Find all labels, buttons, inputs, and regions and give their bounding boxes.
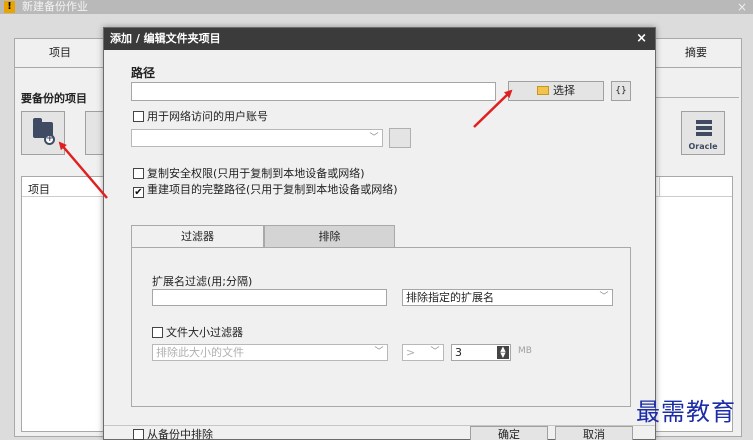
network-account-select[interactable]: ﹀ [131,129,383,147]
size-operator-value: > [406,346,416,359]
background-close-icon[interactable]: × [737,0,747,14]
checkbox-box [152,327,163,338]
path-label: 路径 [131,66,156,80]
column-separator [659,177,660,197]
column-header-item[interactable]: 项目 [28,181,50,197]
checkbox-box [133,111,144,122]
tab-exclude[interactable]: 排除 [264,225,395,247]
tab-summary[interactable]: 摘要 [650,38,742,68]
watermark-text: 最需教育 [636,398,736,426]
network-account-button[interactable] [389,128,411,148]
chevron-down-icon: ﹀ [374,347,384,357]
database-icon [696,120,712,138]
add-file-button[interactable] [85,111,105,155]
size-mode-select[interactable]: 排除此大小的文件 ﹀ [152,344,388,361]
choose-button-label: 选择 [553,84,575,97]
checkbox-box [133,429,144,440]
size-unit-label: MB [518,346,532,356]
section-divider [655,97,739,98]
chevron-down-icon: ﹀ [369,133,379,143]
size-filter-checkbox[interactable]: 文件大小过滤器 [152,327,243,339]
exclude-from-backup-checkbox[interactable]: 从备份中排除 [133,429,213,440]
exclude-from-backup-label: 从备份中排除 [147,428,213,440]
size-operator-select[interactable]: > ﹀ [402,344,444,361]
dialog-title-bar: 添加 / 编辑文件夹项目 × [104,28,655,50]
app-icon: ! [4,1,15,13]
copy-security-label: 复制安全权限(只用于复制到本地设备或网络) [147,167,365,180]
folder-open-icon [537,86,549,95]
dialog-title: 添加 / 编辑文件夹项目 [110,32,221,45]
oracle-label: Oracle [688,142,718,151]
rebuild-path-checkbox[interactable]: ✔ 重建项目的完整路径(只用于复制到本地设备或网络) [133,184,398,198]
chevron-down-icon: ﹀ [430,347,440,357]
tab-items[interactable]: 项目 [14,38,106,68]
path-input[interactable] [131,82,496,101]
close-icon[interactable]: × [636,28,647,50]
rebuild-path-label: 重建项目的完整路径(只用于复制到本地设备或网络) [147,183,398,196]
variables-button[interactable]: {} [611,81,631,101]
size-value: 3 [455,346,462,359]
extension-mode-select[interactable]: 排除指定的扩展名 ﹀ [402,289,613,306]
add-folder-button[interactable]: + [21,111,65,155]
checkmark-icon: ✔ [133,187,144,198]
size-filter-label: 文件大小过滤器 [166,326,243,339]
oracle-button[interactable]: Oracle [681,111,725,155]
copy-security-checkbox[interactable]: 复制安全权限(只用于复制到本地设备或网络) [133,168,365,180]
filter-panel: 扩展名过滤(用;分隔) 排除指定的扩展名 ﹀ 文件大小过滤器 排除此大小的文件 … [131,247,631,407]
size-value-stepper[interactable]: 3 ▲ ▼ [451,344,511,361]
plus-icon: + [44,134,55,145]
extension-mode-value: 排除指定的扩展名 [406,291,494,304]
checkbox-box [133,168,144,179]
extension-filter-label: 扩展名过滤(用;分隔) [152,275,253,288]
network-account-checkbox[interactable]: 用于网络访问的用户账号 [133,111,268,123]
items-to-backup-label: 要备份的项目 [21,92,87,105]
tab-filter[interactable]: 过滤器 [131,225,264,248]
cancel-button[interactable]: 取消 [555,426,633,440]
extension-filter-input[interactable] [152,289,387,306]
network-account-label: 用于网络访问的用户账号 [147,110,268,123]
ok-button[interactable]: 确定 [470,426,548,440]
chevron-down-icon: ﹀ [599,292,609,302]
background-title-bar: ! 新建备份作业 × [0,0,753,14]
spinner-icon[interactable]: ▲ ▼ [497,346,509,359]
size-mode-value: 排除此大小的文件 [156,346,244,359]
background-window-title: 新建备份作业 [22,0,88,13]
choose-button[interactable]: 选择 [508,81,604,101]
add-edit-folder-dialog: 添加 / 编辑文件夹项目 × 路径 选择 {} 用于网络访问的用户账号 ﹀ 复制… [103,27,656,440]
